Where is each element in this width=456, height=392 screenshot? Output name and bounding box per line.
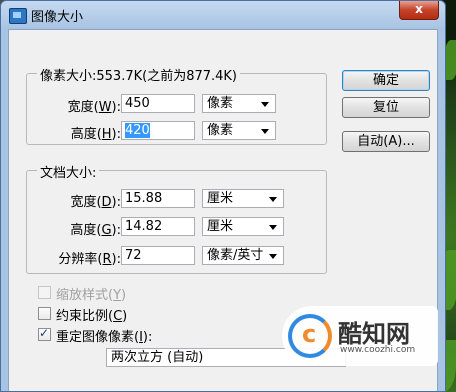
pixel-width-unit-select[interactable]: 像素 bbox=[202, 94, 276, 113]
window-title: 图像大小 bbox=[31, 10, 84, 25]
resample-image-checkbox[interactable] bbox=[38, 326, 51, 341]
chevron-down-icon bbox=[269, 197, 277, 202]
pixel-width-label: 宽度(W): bbox=[67, 100, 121, 115]
pixel-height-label: 高度(H): bbox=[70, 127, 121, 142]
constrain-proportions-label: 约束比例(C) bbox=[56, 309, 128, 324]
chevron-down-icon bbox=[261, 129, 269, 134]
photoshop-app-icon bbox=[9, 8, 27, 24]
watermark-name: 酷知网 bbox=[338, 320, 410, 348]
document-height-label: 高度(G): bbox=[70, 223, 121, 238]
pixel-width-input[interactable]: 450 bbox=[121, 94, 195, 113]
document-height-unit-select[interactable]: 厘米 bbox=[202, 217, 284, 236]
coozhi-watermark: 酷知网 www.coozhi.com bbox=[282, 306, 438, 366]
resolution-label: 分辨率(R): bbox=[58, 252, 121, 267]
document-width-input[interactable]: 15.88 bbox=[121, 189, 195, 208]
scale-styles-label: 缩放样式(Y) bbox=[56, 288, 127, 303]
document-height-input[interactable]: 14.82 bbox=[121, 217, 195, 236]
auto-button[interactable]: 自动(A)... bbox=[342, 131, 430, 152]
resolution-input[interactable]: 72 bbox=[121, 246, 195, 265]
pixel-height-unit-select[interactable]: 像素 bbox=[202, 121, 276, 140]
reset-button[interactable]: 复位 bbox=[342, 97, 430, 118]
chevron-down-icon bbox=[269, 254, 277, 259]
title-bar[interactable]: 图像大小 x bbox=[1, 1, 445, 29]
ok-button[interactable]: 确定 bbox=[342, 70, 430, 91]
coozhi-logo-icon bbox=[288, 314, 332, 358]
resolution-unit-select[interactable]: 像素/英寸 bbox=[202, 246, 284, 265]
resample-image-label: 重定图像像素(I): bbox=[56, 330, 153, 345]
scale-styles-checkbox[interactable] bbox=[38, 286, 51, 299]
document-width-unit-select[interactable]: 厘米 bbox=[202, 189, 284, 208]
document-size-legend: 文档大小: bbox=[37, 162, 100, 181]
constrain-proportions-checkbox[interactable] bbox=[38, 307, 51, 320]
pixel-height-input[interactable]: 420 bbox=[121, 121, 195, 140]
pixel-dimensions-legend: 像素大小:553.7K(之前为877.4K) bbox=[37, 65, 241, 84]
watermark-url: www.coozhi.com bbox=[340, 345, 416, 355]
close-button[interactable]: x bbox=[399, 1, 439, 20]
chevron-down-icon bbox=[261, 102, 269, 107]
document-width-label: 宽度(D): bbox=[70, 195, 121, 210]
chevron-down-icon bbox=[269, 225, 277, 230]
